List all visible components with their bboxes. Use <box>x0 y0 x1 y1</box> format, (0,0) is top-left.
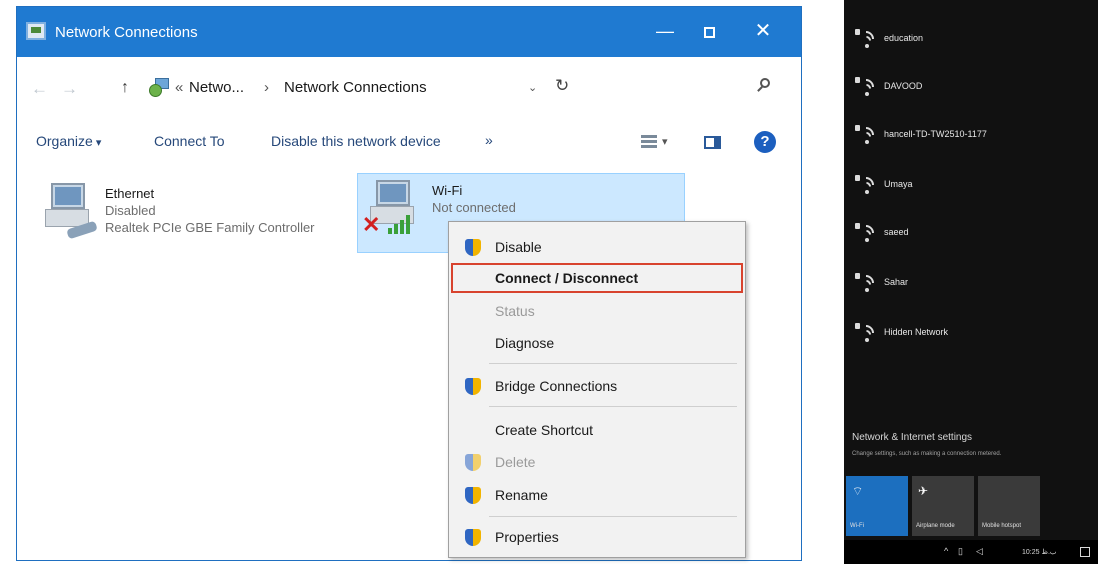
secured-wifi-icon <box>854 27 878 51</box>
clock[interactable]: 10:25 ب.ظ <box>1022 548 1056 556</box>
wifi-network-item[interactable]: DAVOOD <box>854 75 1094 100</box>
connect-to-button[interactable]: Connect To <box>154 133 225 149</box>
network-ssid: hancell-TD-TW2510-1177 <box>884 129 987 139</box>
signal-bars-icon <box>388 214 410 234</box>
network-connections-window: Network Connections — ✕ ← → ↑ « Netwo...… <box>16 6 802 561</box>
network-flyout: education DAVOOD hancell-TD-TW2510-1177 … <box>844 0 1098 564</box>
uac-shield-icon <box>465 239 481 256</box>
preview-pane-icon[interactable] <box>704 136 721 149</box>
menu-item-create-shortcut[interactable]: Create Shortcut <box>451 415 743 445</box>
wifi-network-item[interactable]: Umaya <box>854 173 1094 198</box>
command-bar: Organize Connect To Disable this network… <box>17 119 801 163</box>
network-tray-icon[interactable]: ▯ <box>958 546 963 557</box>
mobile-hotspot-tile[interactable]: Mobile hotspot <box>978 476 1040 536</box>
action-center-icon[interactable] <box>1080 547 1090 557</box>
connection-status: Not connected <box>432 200 516 215</box>
wifi-network-item[interactable]: saeed <box>854 221 1094 246</box>
menu-separator <box>489 516 737 517</box>
window-title: Network Connections <box>55 24 198 41</box>
menu-item-delete[interactable]: Delete <box>451 447 743 477</box>
menu-item-disable[interactable]: Disable <box>451 232 743 262</box>
tile-label: Mobile hotspot <box>982 523 1022 529</box>
network-ssid: saeed <box>884 227 909 237</box>
network-connections-app-icon <box>26 22 46 40</box>
uac-shield-icon <box>465 529 481 546</box>
wifi-network-item[interactable]: Hidden Network <box>854 321 1094 346</box>
wifi-toggle-tile[interactable]: ⌔ Wi-Fi <box>846 476 908 536</box>
connection-name: Wi-Fi <box>432 183 463 198</box>
breadcrumb-overflow[interactable]: « <box>175 79 183 96</box>
breadcrumb-network[interactable]: Netwo... <box>189 79 244 96</box>
taskbar: ^ ▯ ◁ 10:25 ب.ظ <box>844 540 1098 564</box>
menu-item-properties[interactable]: Properties <box>451 522 743 552</box>
address-row: ← → ↑ « Netwo... › Network Connections ⌄… <box>17 65 801 113</box>
connection-name: Ethernet <box>105 186 155 201</box>
help-button[interactable]: ? <box>754 131 776 153</box>
minimize-button[interactable]: — <box>645 17 685 45</box>
title-bar[interactable]: Network Connections — ✕ <box>17 7 801 57</box>
airplane-mode-tile[interactable]: ✈ Airplane mode <box>912 476 974 536</box>
secured-wifi-icon <box>854 321 878 345</box>
breadcrumb-separator-icon[interactable]: › <box>264 79 269 96</box>
menu-item-connect-disconnect[interactable]: Connect / Disconnect <box>451 263 743 293</box>
network-ssid: DAVOOD <box>884 81 923 91</box>
show-hidden-icons-button[interactable]: ^ <box>944 546 948 556</box>
wifi-icon: ⌔ <box>852 484 864 498</box>
address-dropdown-button[interactable]: ⌄ <box>528 81 537 94</box>
back-button[interactable]: ← <box>31 79 48 99</box>
menu-item-rename[interactable]: Rename <box>451 480 743 510</box>
disconnected-x-icon: ✕ <box>362 212 381 237</box>
more-commands-button[interactable]: » <box>485 132 493 148</box>
organize-menu[interactable]: Organize <box>36 133 101 149</box>
refresh-button[interactable]: ↻ <box>555 76 569 96</box>
secured-wifi-icon <box>854 123 878 147</box>
wifi-network-item[interactable]: hancell-TD-TW2510-1177 <box>854 123 1094 148</box>
up-button[interactable]: ↑ <box>121 79 129 97</box>
search-icon[interactable] <box>756 77 772 95</box>
connection-status: Disabled <box>105 203 156 218</box>
menu-item-status[interactable]: Status <box>451 296 743 326</box>
wifi-network-item[interactable]: Sahar <box>854 271 1094 296</box>
menu-separator <box>489 363 737 364</box>
maximize-button[interactable] <box>689 17 729 45</box>
secured-wifi-icon <box>854 75 878 99</box>
network-settings-description: Change settings, such as making a connec… <box>852 451 1002 457</box>
menu-item-diagnose[interactable]: Diagnose <box>451 328 743 358</box>
tile-label: Airplane mode <box>916 523 955 529</box>
ethernet-adapter-icon <box>43 183 101 241</box>
maximize-icon <box>703 26 715 38</box>
disable-device-button[interactable]: Disable this network device <box>271 133 441 149</box>
wifi-network-item[interactable]: education <box>854 27 1094 52</box>
secured-wifi-icon <box>854 173 878 197</box>
network-location-icon <box>149 78 171 98</box>
network-settings-link[interactable]: Network & Internet settings <box>852 432 972 443</box>
forward-button[interactable]: → <box>61 79 78 99</box>
secured-wifi-icon <box>854 221 878 245</box>
view-options-dropdown[interactable]: ▾ <box>662 135 668 148</box>
connection-device: Realtek PCIe GBE Family Controller <box>105 220 315 235</box>
breadcrumb-network-connections[interactable]: Network Connections <box>284 79 427 96</box>
menu-separator <box>489 406 737 407</box>
network-ssid: education <box>884 33 924 43</box>
connection-ethernet[interactable]: Ethernet Disabled Realtek PCIe GBE Famil… <box>37 181 357 255</box>
menu-item-bridge-connections[interactable]: Bridge Connections <box>451 371 743 401</box>
context-menu: Disable Connect / Disconnect Status Diag… <box>448 221 746 558</box>
tile-label: Wi-Fi <box>850 523 864 529</box>
uac-shield-icon <box>465 487 481 504</box>
network-ssid: Hidden Network <box>884 327 949 337</box>
secured-wifi-icon <box>854 271 878 295</box>
network-ssid: Sahar <box>884 277 909 287</box>
uac-shield-icon <box>465 454 481 471</box>
close-button[interactable]: ✕ <box>743 17 783 45</box>
wifi-adapter-icon: ✕ <box>362 180 426 238</box>
change-view-icon[interactable] <box>641 135 657 149</box>
uac-shield-icon <box>465 378 481 395</box>
airplane-icon: ✈ <box>918 484 929 498</box>
network-ssid: Umaya <box>884 179 913 189</box>
volume-tray-icon[interactable]: ◁ <box>976 546 983 557</box>
